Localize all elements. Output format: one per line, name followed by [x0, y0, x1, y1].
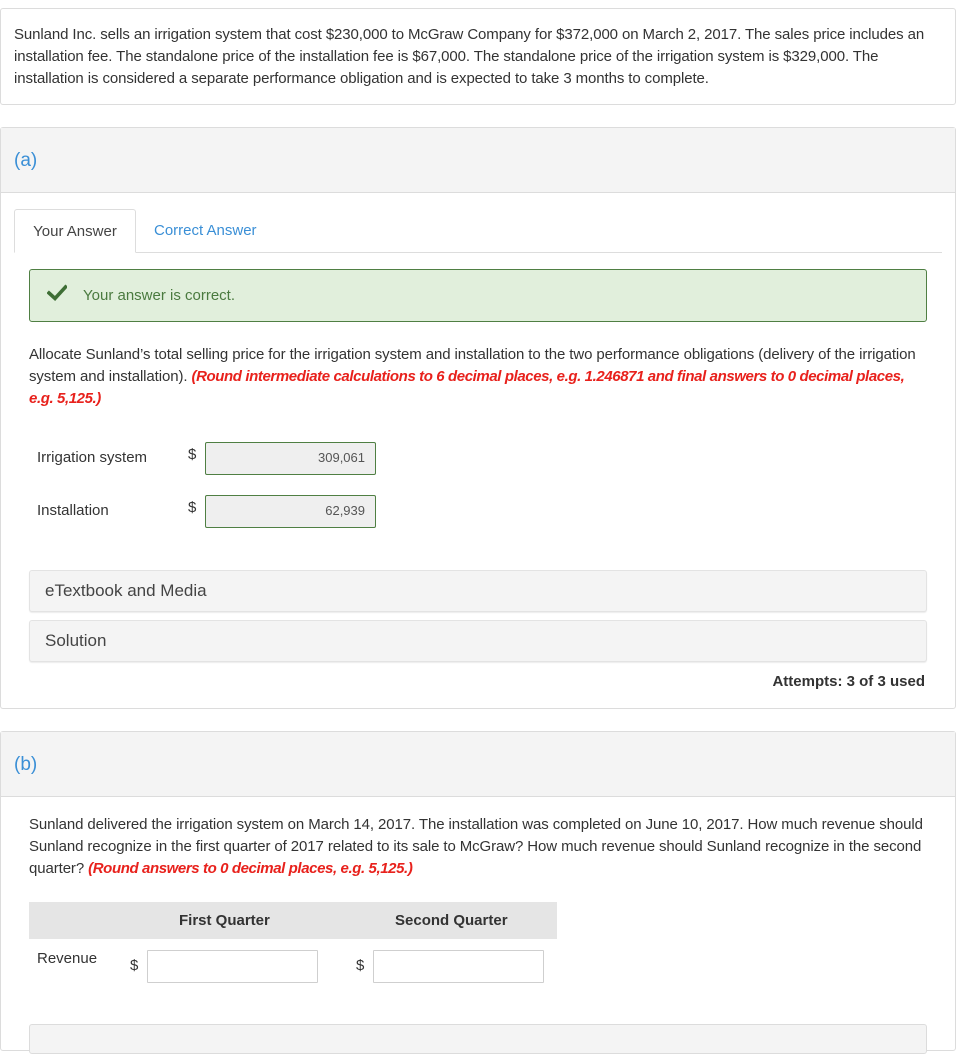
second-quarter-revenue-input[interactable]	[373, 950, 544, 983]
rounding-hint: (Round answers to 0 decimal places, e.g.…	[88, 860, 413, 877]
column-header-first-quarter: First Quarter	[179, 912, 270, 929]
irrigation-system-label: Irrigation system	[37, 449, 148, 466]
attempts-counter: Attempts: 3 of 3 used	[772, 673, 925, 690]
part-a-card: (a) Your Answer Correct Answer Your answ…	[0, 127, 956, 709]
correct-answer-alert: Your answer is correct.	[29, 269, 927, 322]
part-a-label: (a)	[14, 150, 38, 171]
irrigation-system-input[interactable]: 309,061	[205, 442, 376, 475]
accordion-label: eTextbook and Media	[45, 581, 207, 600]
tab-your-answer[interactable]: Your Answer	[14, 209, 136, 253]
installation-label: Installation	[37, 502, 109, 519]
first-quarter-revenue-input[interactable]	[147, 950, 318, 983]
part-b-question: Sunland delivered the irrigation system …	[29, 814, 929, 880]
part-a-question: Allocate Sunland’s total selling price f…	[29, 344, 929, 410]
currency-symbol: $	[188, 446, 197, 463]
part-b-header: (b)	[1, 732, 955, 797]
next-accordion[interactable]	[29, 1024, 927, 1054]
checkmark-icon	[47, 284, 67, 302]
accordion-label: Solution	[45, 631, 107, 650]
etextbook-media-accordion[interactable]: eTextbook and Media	[29, 570, 927, 612]
problem-statement-card: Sunland Inc. sells an irrigation system …	[0, 8, 956, 105]
revenue-label: Revenue	[37, 950, 98, 967]
currency-symbol: $	[356, 957, 365, 974]
tab-correct-answer[interactable]: Correct Answer	[154, 209, 257, 252]
part-b-card: (b) Sunland delivered the irrigation sys…	[0, 731, 956, 1054]
part-b-label: (b)	[14, 754, 38, 775]
part-a-header: (a)	[1, 128, 955, 193]
problem-statement: Sunland Inc. sells an irrigation system …	[14, 26, 925, 87]
answer-tabs: Your Answer Correct Answer	[14, 209, 942, 253]
currency-symbol: $	[188, 499, 197, 516]
alert-message: Your answer is correct.	[83, 287, 236, 304]
column-header-second-quarter: Second Quarter	[395, 912, 508, 929]
currency-symbol: $	[130, 957, 139, 974]
solution-accordion[interactable]: Solution	[29, 620, 927, 662]
installation-input[interactable]: 62,939	[205, 495, 376, 528]
quarter-table-header: First Quarter Second Quarter	[29, 902, 557, 939]
